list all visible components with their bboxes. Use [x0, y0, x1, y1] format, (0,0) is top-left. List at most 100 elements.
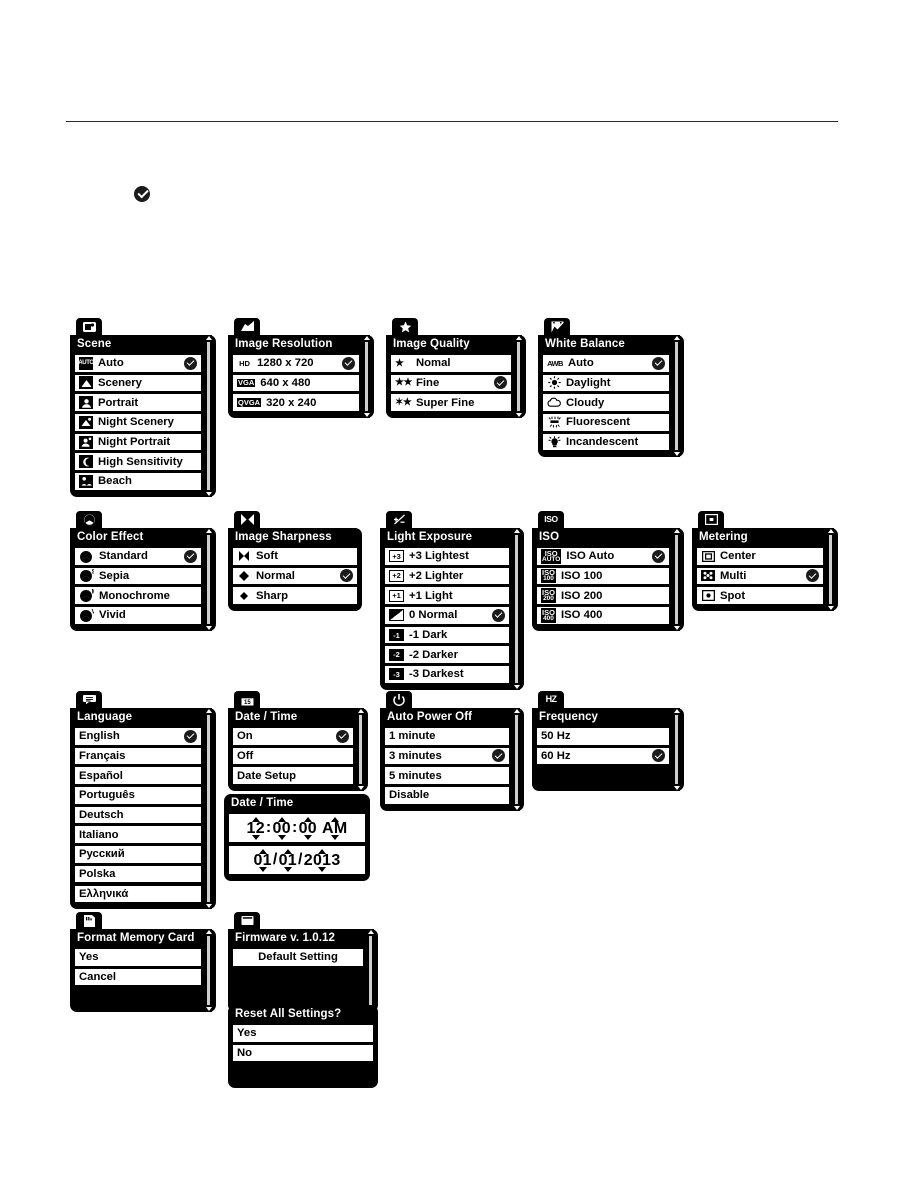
menu-item-image-quality-2[interactable]: ✶★ Super Fine	[390, 393, 512, 412]
scrollbar-track[interactable]	[516, 341, 521, 413]
scrollbar-track[interactable]	[514, 714, 519, 805]
menu-item-image-resolution-2[interactable]: QVGA 320 x 240	[232, 393, 360, 412]
menu-item-white-balance-3[interactable]: Fluorescent	[542, 413, 670, 432]
scrollbar-color-effect[interactable]	[205, 528, 212, 631]
scroll-up-icon[interactable]	[673, 709, 680, 713]
menu-item-language-3[interactable]: Português	[74, 786, 202, 805]
scrollbar-iso[interactable]	[673, 528, 680, 631]
menu-item-white-balance-0[interactable]: AWB Auto	[542, 354, 670, 373]
scroll-down-icon[interactable]	[363, 413, 370, 418]
menu-item-image-sharpness-1[interactable]: Normal	[232, 566, 358, 586]
menu-item-reset-all-settings-0[interactable]: Yes	[232, 1024, 374, 1043]
scrollbar-image-resolution[interactable]	[363, 335, 370, 419]
scrollbar-track[interactable]	[206, 714, 211, 904]
date-month-stepper[interactable]: 01	[253, 848, 272, 872]
menu-item-firmware-0[interactable]: Default Setting	[232, 948, 364, 967]
menu-item-date-time-1[interactable]: Off	[232, 746, 354, 766]
menu-item-metering-2[interactable]: Spot	[696, 586, 824, 605]
scrollbar-track[interactable]	[828, 534, 833, 606]
scrollbar-scene[interactable]	[205, 335, 212, 497]
menu-item-metering-0[interactable]: Center	[696, 547, 824, 566]
scroll-down-icon[interactable]	[673, 452, 680, 457]
menu-item-scene-4[interactable]: Night Portrait	[74, 432, 202, 452]
scrollbar-thumb[interactable]	[359, 715, 362, 785]
scrollbar-track[interactable]	[364, 341, 369, 413]
menu-item-color-effect-0[interactable]: Standard	[74, 547, 202, 566]
scrollbar-thumb[interactable]	[365, 342, 368, 412]
menu-item-light-exposure-4[interactable]: -1 -1 Dark	[384, 625, 510, 645]
date-day-stepper[interactable]: 01	[279, 848, 297, 872]
scrollbar-track[interactable]	[514, 534, 519, 684]
scroll-down-icon[interactable]	[205, 625, 212, 630]
menu-item-light-exposure-1[interactable]: +2 +2 Lighter	[384, 566, 510, 586]
scrollbar-thumb[interactable]	[515, 535, 518, 683]
scroll-up-icon[interactable]	[673, 529, 680, 533]
time-meridiem-stepper[interactable]: AM	[322, 816, 347, 840]
scrollbar-track[interactable]	[206, 935, 211, 1007]
caret-down-icon[interactable]	[277, 834, 286, 840]
scroll-down-icon[interactable]	[205, 1007, 212, 1012]
menu-item-language-0[interactable]: English	[74, 727, 202, 746]
scrollbar-thumb[interactable]	[369, 936, 372, 1006]
menu-item-date-time-0[interactable]: On	[232, 727, 354, 746]
menu-item-image-resolution-0[interactable]: HD 1280 x 720	[232, 354, 360, 373]
menu-item-language-6[interactable]: Русский	[74, 845, 202, 864]
menu-item-scene-1[interactable]: Scenery	[74, 373, 202, 393]
scrollbar-track[interactable]	[206, 341, 211, 491]
menu-item-scene-5[interactable]: High Sensitivity	[74, 452, 202, 471]
menu-item-language-7[interactable]: Polska	[74, 864, 202, 884]
scroll-up-icon[interactable]	[515, 336, 522, 340]
scrollbar-thumb[interactable]	[517, 342, 520, 412]
scroll-up-icon[interactable]	[363, 336, 370, 340]
scrollbar-auto-power-off[interactable]	[513, 708, 520, 811]
menu-item-image-sharpness-2[interactable]: Sharp	[232, 586, 358, 605]
scroll-up-icon[interactable]	[673, 336, 680, 340]
scroll-down-icon[interactable]	[513, 805, 520, 810]
scrollbar-date-time[interactable]	[357, 708, 364, 792]
menu-item-auto-power-off-2[interactable]: 5 minutes	[384, 766, 510, 785]
menu-item-language-4[interactable]: Deutsch	[74, 805, 202, 825]
scrollbar-track[interactable]	[674, 341, 679, 452]
scroll-down-icon[interactable]	[673, 786, 680, 791]
scrollbar-track[interactable]	[674, 714, 679, 786]
scroll-down-icon[interactable]	[357, 786, 364, 791]
menu-item-format-memory-card-0[interactable]: Yes	[74, 948, 202, 967]
menu-item-date-time-2[interactable]: Date Setup	[232, 766, 354, 785]
menu-item-reset-all-settings-1[interactable]: No	[232, 1043, 374, 1063]
scrollbar-track[interactable]	[358, 714, 363, 786]
scrollbar-thumb[interactable]	[675, 535, 678, 624]
scrollbar-language[interactable]	[205, 708, 212, 910]
scroll-up-icon[interactable]	[205, 709, 212, 713]
menu-item-language-1[interactable]: Français	[74, 746, 202, 766]
caret-down-icon[interactable]	[258, 866, 267, 872]
scrollbar-thumb[interactable]	[515, 715, 518, 804]
scrollbar-thumb[interactable]	[207, 342, 210, 490]
time-second-stepper[interactable]: 00	[299, 816, 317, 840]
menu-item-language-5[interactable]: Italiano	[74, 825, 202, 844]
menu-item-auto-power-off-3[interactable]: Disable	[384, 786, 510, 805]
menu-item-frequency-0[interactable]: 50 Hz	[536, 727, 670, 746]
menu-item-auto-power-off-1[interactable]: 3 minutes	[384, 746, 510, 766]
menu-item-color-effect-1[interactable]: S Sepia	[74, 566, 202, 586]
scroll-up-icon[interactable]	[513, 709, 520, 713]
caret-down-icon[interactable]	[330, 834, 339, 840]
menu-item-auto-power-off-0[interactable]: 1 minute	[384, 727, 510, 746]
scroll-up-icon[interactable]	[513, 529, 520, 533]
scrollbar-thumb[interactable]	[207, 936, 210, 1006]
date-field[interactable]: 01 / 01 / 2013	[228, 845, 366, 875]
menu-item-light-exposure-5[interactable]: -2 -2 Darker	[384, 645, 510, 664]
scrollbar-white-balance[interactable]	[673, 335, 680, 458]
time-minute-stepper[interactable]: 00	[273, 816, 291, 840]
scroll-up-icon[interactable]	[205, 930, 212, 934]
time-hour-stepper[interactable]: 12	[247, 816, 265, 840]
menu-item-iso-1[interactable]: ISO 100 ISO 100	[536, 566, 670, 586]
menu-item-white-balance-4[interactable]: Incandescent	[542, 432, 670, 452]
scrollbar-thumb[interactable]	[207, 715, 210, 903]
menu-item-iso-0[interactable]: ISO AUTO ISO Auto	[536, 547, 670, 566]
scrollbar-track[interactable]	[206, 534, 211, 625]
scroll-up-icon[interactable]	[357, 709, 364, 713]
scroll-down-icon[interactable]	[673, 625, 680, 630]
caret-down-icon[interactable]	[318, 866, 327, 872]
scroll-down-icon[interactable]	[515, 413, 522, 418]
menu-item-color-effect-2[interactable]: M Monochrome	[74, 586, 202, 605]
